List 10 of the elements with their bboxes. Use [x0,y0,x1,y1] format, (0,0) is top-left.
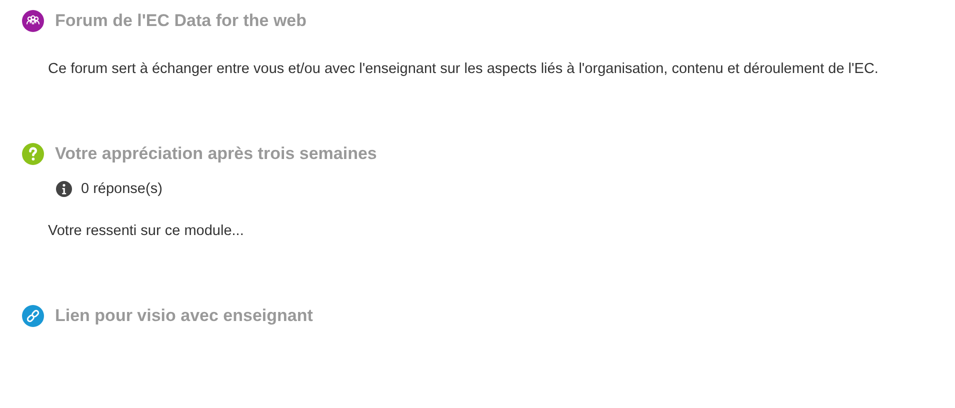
activity-description: Ce forum sert à échanger entre vous et/ou avec l'enseignant sur les aspects liés à l'organisation, contenu et déroulement de l'EC. [48,60,880,79]
response-count: 0 réponse(s) [81,181,162,197]
info-icon [56,181,72,197]
question-icon [22,143,44,165]
activity-title[interactable]: Votre appréciation après trois semaines [55,144,377,164]
activity-description: Votre ressenti sur ce module... [48,222,245,241]
activity-title[interactable]: Forum de l'EC Data for the web [55,11,307,31]
link-icon [22,305,44,327]
activity-title[interactable]: Lien pour visio avec enseignant [55,306,313,326]
people-icon [22,10,44,32]
